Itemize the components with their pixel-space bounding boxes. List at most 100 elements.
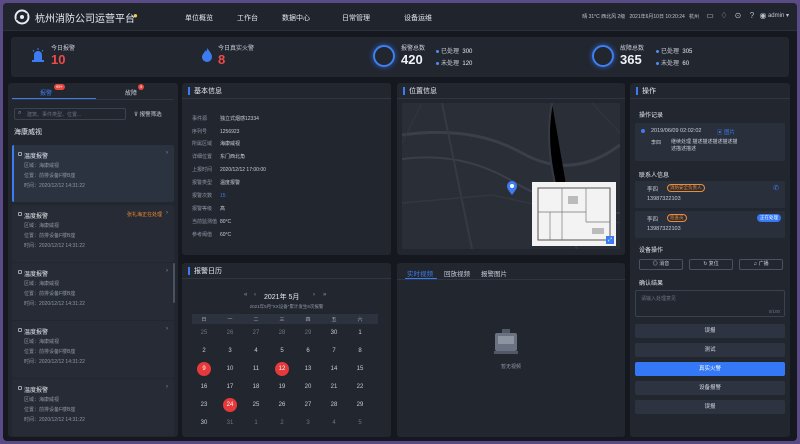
calendar-day[interactable]: 15 (353, 362, 367, 376)
map-pin-icon[interactable] (506, 180, 518, 196)
calendar-day[interactable]: 17 (223, 380, 237, 394)
calendar-day[interactable]: 30 (197, 416, 211, 430)
alarm-filter-button[interactable]: ⊽ 报警筛选 (134, 110, 162, 118)
mis-report-button[interactable]: 误报 (635, 400, 785, 414)
calendar-day[interactable]: 12 (275, 362, 289, 376)
calendar-day[interactable]: 7 (327, 344, 341, 358)
operation-record-card: 2019/06/09 02:02:02 ▣ 图片 李四 继续处理 描述描述描述描… (635, 123, 785, 161)
floor-plan-thumbnail[interactable]: ⤢ (532, 182, 616, 246)
char-counter: 0/100 (768, 309, 780, 314)
prev-month-button[interactable]: ‹ (254, 292, 256, 298)
next-month-button[interactable]: › (313, 292, 315, 298)
calendar-day[interactable]: 30 (327, 326, 341, 340)
calendar-day[interactable]: 31 (223, 416, 237, 430)
false-alarm-button[interactable]: 误报 (635, 324, 785, 338)
info-row: 序列号 1256923 (192, 129, 240, 135)
calendar-day[interactable]: 25 (197, 326, 211, 340)
calendar-day[interactable]: 26 (275, 398, 289, 412)
calendar-day[interactable]: 27 (301, 398, 315, 412)
calendar-day[interactable]: 1 (249, 416, 263, 430)
alarm-item[interactable]: 温度报警 › 区域：海康威视 位置：前排设备F楼B座 时间：2020/12/12… (12, 263, 174, 320)
nav-unit-overview[interactable]: 单位概览 (185, 13, 213, 23)
message-icon[interactable]: ▭ (705, 11, 715, 21)
real-fire-button[interactable]: 真实火警 (635, 362, 785, 376)
settings-icon[interactable]: ⊙ (733, 11, 743, 21)
tab-alarm[interactable]: 报警 (40, 88, 52, 97)
calendar-day[interactable]: 11 (249, 362, 263, 376)
nav-device-ops[interactable]: 设备运维 (404, 13, 432, 23)
tab-alarm-images[interactable]: 报警图片 (481, 268, 507, 278)
alarm-item[interactable]: 温度报警 › 区域：海康威视 位置：前排设备F楼B座 时间：2020/12/12… (12, 145, 174, 202)
alarm-title: 温度报警 (24, 154, 49, 160)
calendar-day[interactable]: 24 (223, 398, 237, 412)
alarm-position: 位置：前排设备F楼B座 (24, 173, 76, 179)
alarm-item[interactable]: 温度报警 张礼海正在处理 › 区域：海康威视 位置：前排设备F楼B座 时间：20… (12, 205, 174, 262)
phone-call-icon[interactable]: ✆ (773, 184, 779, 192)
search-input[interactable]: 建筑、事件类型、位置... (27, 111, 81, 118)
calendar-day[interactable]: 26 (223, 326, 237, 340)
calendar-day[interactable]: 8 (353, 344, 367, 358)
fault-total-label: 故障总数 (620, 46, 645, 52)
calendar-day[interactable]: 13 (301, 362, 315, 376)
calendar-day[interactable]: 27 (249, 326, 263, 340)
calendar-day[interactable]: 5 (275, 344, 289, 358)
tab-divider (12, 99, 174, 100)
calendar-day[interactable]: 2 (197, 344, 211, 358)
mute-button[interactable]: ◎ 消音 (639, 259, 683, 270)
calendar-day[interactable]: 25 (249, 398, 263, 412)
nav-workbench[interactable]: 工作台 (237, 13, 258, 23)
tab-fault[interactable]: 故障 (125, 88, 137, 97)
calendar-day[interactable]: 16 (197, 380, 211, 394)
tip-bulb-icon[interactable]: ● (133, 11, 138, 20)
calendar-day[interactable]: 28 (327, 398, 341, 412)
alarm-title: 温度报警 (24, 330, 49, 336)
calendar-day[interactable]: 3 (301, 416, 315, 430)
alarm-item[interactable]: 温度报警 › 区域：海康威视 位置：前排设备F楼B座 时间：2020/12/12… (12, 321, 174, 378)
tab-playback-video[interactable]: 回放视频 (444, 268, 470, 278)
calendar-day[interactable]: 28 (275, 326, 289, 340)
calendar-day[interactable]: 14 (327, 362, 341, 376)
nav-data-center[interactable]: 数据中心 (282, 13, 310, 23)
alarm-unhandled: 未处理 120 (436, 58, 472, 67)
calendar-day[interactable]: 18 (249, 380, 263, 394)
next-year-button[interactable]: » (323, 292, 326, 298)
calendar-day[interactable]: 9 (197, 362, 211, 376)
calendar-day[interactable]: 29 (353, 398, 367, 412)
weekday-label: 一 (227, 317, 233, 323)
user-name[interactable]: admin ▾ (768, 12, 789, 19)
record-image-link[interactable]: ▣ 图片 (717, 128, 735, 136)
alarm-item[interactable]: 温度报警 › 区域：海康威视 位置：前排设备F楼B座 时间：2020/12/12… (12, 379, 174, 436)
calendar-day[interactable]: 5 (353, 416, 367, 430)
calendar-day[interactable]: 3 (223, 344, 237, 358)
device-alarm-button[interactable]: 设备报警 (635, 381, 785, 395)
search-box[interactable]: ⌕ 建筑、事件类型、位置... (14, 108, 126, 120)
reset-button[interactable]: ↻ 复位 (689, 259, 733, 270)
calendar-day[interactable]: 1 (353, 326, 367, 340)
device-ops-title: 设备操作 (639, 248, 664, 254)
alarm-position: 位置：前排设备F楼B座 (24, 233, 76, 239)
alarm-time: 时间：2020/12/12 14:31:22 (24, 417, 85, 423)
calendar-day[interactable]: 2 (275, 416, 289, 430)
calendar-day[interactable]: 4 (249, 344, 263, 358)
calendar-day[interactable]: 22 (353, 380, 367, 394)
list-scrollbar[interactable] (173, 263, 175, 303)
calendar-day[interactable]: 6 (301, 344, 315, 358)
calendar-day[interactable]: 4 (327, 416, 341, 430)
calendar-day[interactable]: 21 (327, 380, 341, 394)
test-button[interactable]: 测试 (635, 343, 785, 357)
prev-year-button[interactable]: « (244, 292, 247, 298)
tab-live-video[interactable]: 实时视频 (407, 268, 433, 278)
handling-opinion-textarea[interactable]: 请输入处理意见 0/100 (635, 290, 785, 317)
help-icon[interactable]: ? (747, 11, 757, 21)
broadcast-button[interactable]: ♫ 广播 (739, 259, 783, 270)
calendar-day[interactable]: 19 (275, 380, 289, 394)
bell-icon[interactable]: ♢ (719, 11, 729, 21)
calendar-day[interactable]: 10 (223, 362, 237, 376)
calendar-day[interactable]: 29 (301, 326, 315, 340)
map-view[interactable]: ⤢ (402, 103, 620, 249)
nav-daily-management[interactable]: 日常管理 (342, 13, 370, 23)
calendar-day[interactable]: 23 (197, 398, 211, 412)
calendar-day[interactable]: 20 (301, 380, 315, 394)
alarm-total-label: 报警总数 (401, 46, 426, 52)
expand-icon[interactable]: ⤢ (606, 236, 614, 244)
